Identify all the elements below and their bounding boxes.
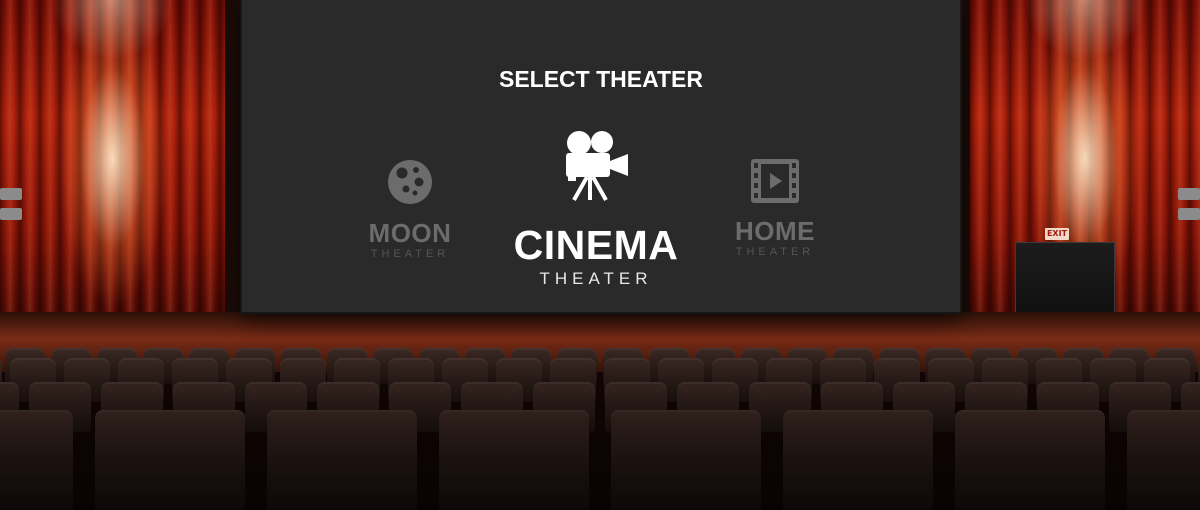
option-name: HOME (735, 216, 815, 246)
option-moon-theater[interactable]: MOON THEATER (360, 158, 460, 260)
exit-sign: EXIT (1045, 228, 1069, 240)
option-name: CINEMA (513, 222, 679, 268)
option-cinema-theater[interactable]: CINEMA THEATER (496, 128, 696, 287)
film-strip-play-icon (751, 159, 799, 203)
wall-lamp-icon (0, 208, 22, 220)
screen-title: SELECT THEATER (498, 66, 704, 92)
theater-scene: EXIT SELECT THEATER MOON THEATER CINEMA … (0, 0, 1200, 510)
moon-icon (388, 160, 432, 204)
wall-lamp-icon (1178, 188, 1200, 200)
option-name: MOON (368, 218, 452, 248)
wall-lamp-icon (1178, 208, 1200, 220)
floor-shadow (0, 340, 1200, 510)
option-subtitle: THEATER (370, 248, 450, 260)
option-home-theater[interactable]: HOME THEATER (722, 158, 828, 258)
wall-lamp-icon (0, 188, 22, 200)
theater-screen: SELECT THEATER MOON THEATER CINEMA THEAT… (242, 0, 960, 312)
movie-camera-icon (566, 131, 628, 201)
left-curtain (0, 0, 225, 330)
option-subtitle: THEATER (539, 269, 653, 288)
option-subtitle: THEATER (735, 246, 815, 258)
